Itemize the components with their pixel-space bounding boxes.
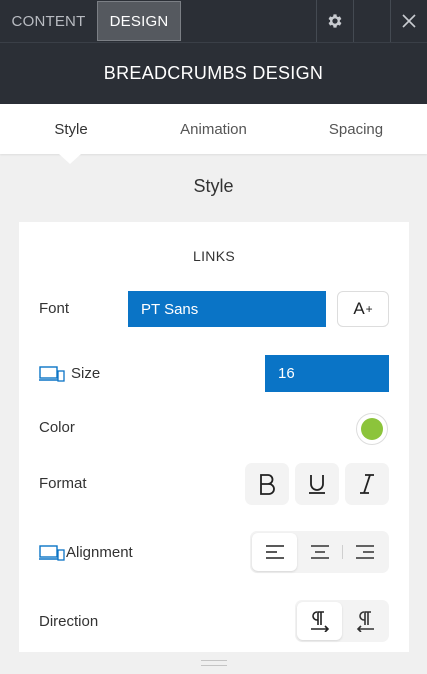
font-size-button-label: A: [353, 299, 365, 318]
tab-animation[interactable]: Animation: [142, 104, 285, 154]
alignment-row-label: Alignment: [39, 544, 133, 561]
size-input[interactable]: 16: [265, 355, 389, 392]
italic-icon: [360, 474, 374, 494]
direction-control: [295, 600, 389, 642]
ltr-icon: [310, 611, 329, 632]
sub-tabs: Style Animation Spacing: [0, 104, 427, 154]
close-button[interactable]: [390, 0, 427, 42]
devices-icon: [39, 544, 65, 561]
section-title: Style: [193, 176, 234, 196]
align-left-button[interactable]: [252, 533, 297, 571]
align-center-icon: [310, 545, 329, 559]
font-size-button[interactable]: A +: [337, 291, 389, 327]
underline-icon: [309, 475, 325, 494]
panel-title: BREADCRUMBS DESIGN: [103, 63, 324, 83]
tab-spacing[interactable]: Spacing: [285, 104, 427, 154]
bold-button[interactable]: [245, 463, 289, 505]
format-label: Format: [39, 475, 87, 492]
bold-icon: [260, 474, 275, 495]
top-bar: CONTENT DESIGN: [0, 0, 427, 42]
direction-ltr-button[interactable]: [297, 602, 342, 640]
alignment-label: Alignment: [66, 544, 133, 561]
active-tab-pointer: [59, 154, 81, 164]
align-right-button[interactable]: [342, 533, 387, 571]
plus-icon: +: [365, 302, 373, 316]
italic-button[interactable]: [345, 463, 389, 505]
group-heading: LINKS: [193, 248, 235, 264]
tab-style[interactable]: Style: [0, 104, 142, 154]
size-row-label: Size: [39, 365, 100, 382]
direction-rtl-button[interactable]: [342, 602, 387, 640]
links-panel: LINKS Font PT Sans A + Size 16 Color Form…: [19, 222, 409, 652]
blank-button[interactable]: [353, 0, 390, 42]
alignment-control: [250, 531, 389, 573]
size-label: Size: [71, 365, 101, 382]
underline-button[interactable]: [295, 463, 339, 505]
align-right-icon: [355, 545, 374, 559]
close-icon: [402, 14, 416, 28]
align-center-button[interactable]: [297, 533, 342, 571]
font-select[interactable]: PT Sans: [128, 291, 326, 327]
devices-icon: [39, 365, 65, 382]
rtl-icon: [356, 611, 374, 632]
tab-content[interactable]: CONTENT: [0, 0, 97, 42]
title-bar: BREADCRUMBS DESIGN: [0, 42, 427, 104]
direction-label: Direction: [39, 613, 99, 630]
color-label: Color: [39, 419, 75, 436]
settings-button[interactable]: [316, 0, 353, 42]
color-swatch-dot: [361, 418, 383, 440]
align-left-icon: [265, 545, 284, 559]
color-picker[interactable]: [356, 413, 388, 445]
top-bar-spacer: [181, 0, 316, 42]
resize-handle[interactable]: [0, 652, 427, 674]
grip-icon: [200, 660, 227, 666]
gear-icon: [328, 14, 342, 28]
font-label: Font: [39, 300, 70, 317]
tab-design[interactable]: DESIGN: [97, 1, 181, 41]
